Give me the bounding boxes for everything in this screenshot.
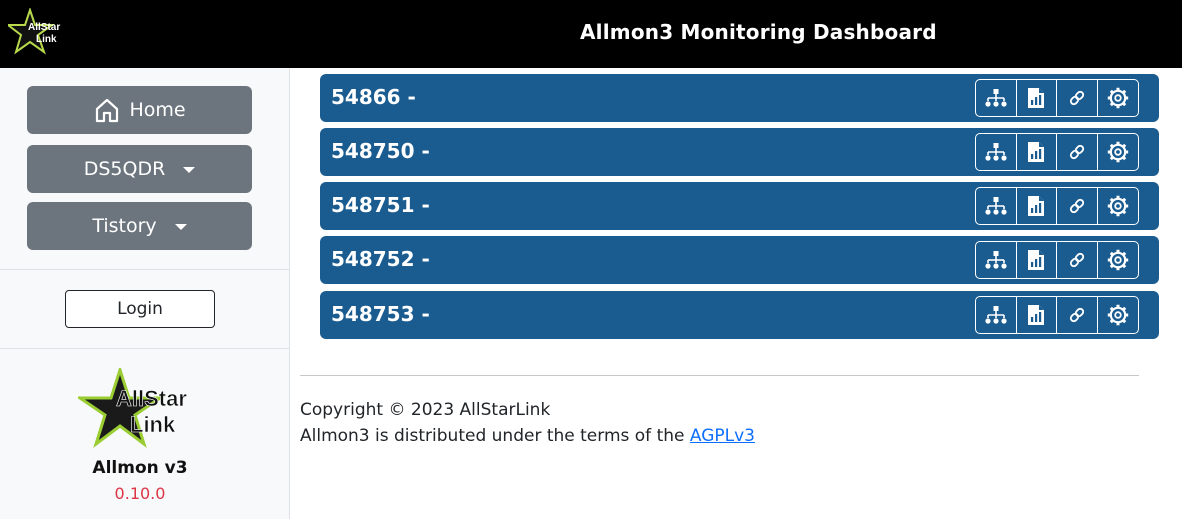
allstar-logo-icon[interactable]: AllStar Link bbox=[8, 8, 68, 58]
login-button[interactable]: Login bbox=[65, 290, 215, 328]
node-row-4: 548753 - bbox=[320, 291, 1159, 339]
file-chart-icon bbox=[1028, 305, 1045, 325]
node-button-group bbox=[975, 187, 1139, 225]
node-button-group bbox=[975, 79, 1139, 117]
caret-down-icon bbox=[183, 167, 196, 173]
node-link-button[interactable] bbox=[1057, 80, 1098, 116]
node-config-button[interactable] bbox=[1098, 80, 1138, 116]
node-stats-button[interactable] bbox=[1017, 297, 1057, 333]
node-network-button[interactable] bbox=[976, 297, 1017, 333]
node-config-button[interactable] bbox=[1098, 297, 1138, 333]
gear-icon bbox=[1107, 249, 1128, 271]
license-text: Allmon3 is distributed under the terms o… bbox=[300, 426, 755, 446]
file-chart-icon bbox=[1028, 250, 1045, 270]
top-logo-line2: Link bbox=[36, 34, 57, 45]
node-link-button[interactable] bbox=[1057, 188, 1098, 224]
file-chart-icon bbox=[1028, 196, 1045, 216]
link-icon bbox=[1069, 252, 1084, 268]
node-stats-button[interactable] bbox=[1017, 188, 1057, 224]
app-name: Allmon v3 bbox=[92, 458, 188, 478]
agpl-link[interactable]: AGPLv3 bbox=[690, 426, 755, 446]
network-icon bbox=[985, 89, 1007, 107]
sidebar-divider bbox=[0, 348, 290, 349]
allstar-link-logo-icon: AllStar Link bbox=[78, 368, 188, 448]
link-icon bbox=[1069, 90, 1084, 106]
file-chart-icon bbox=[1028, 142, 1045, 162]
tistory-dropdown[interactable]: Tistory bbox=[27, 202, 252, 250]
node-button-group bbox=[975, 241, 1139, 279]
node-row-1: 548750 - bbox=[320, 128, 1159, 176]
node-row-3: 548752 - bbox=[320, 236, 1159, 284]
page-title: Allmon3 Monitoring Dashboard bbox=[580, 20, 937, 44]
link-icon bbox=[1069, 307, 1084, 323]
node-row-2: 548751 - bbox=[320, 182, 1159, 230]
node-label: 548753 - bbox=[331, 302, 430, 326]
node-link-button[interactable] bbox=[1057, 242, 1098, 278]
node-config-button[interactable] bbox=[1098, 134, 1138, 170]
link-icon bbox=[1069, 144, 1084, 160]
node-network-button[interactable] bbox=[976, 80, 1017, 116]
network-icon bbox=[985, 197, 1007, 215]
top-navbar: AllStar Link Allmon3 Monitoring Dashboar… bbox=[0, 0, 1182, 68]
node-network-button[interactable] bbox=[976, 188, 1017, 224]
gear-icon bbox=[1107, 141, 1128, 163]
sidebar-divider bbox=[0, 269, 290, 270]
node-config-button[interactable] bbox=[1098, 242, 1138, 278]
home-label: Home bbox=[129, 99, 186, 121]
node-stats-button[interactable] bbox=[1017, 134, 1057, 170]
caret-down-icon bbox=[174, 224, 187, 230]
home-icon bbox=[96, 98, 119, 123]
network-icon bbox=[985, 251, 1007, 269]
ds5qdr-dropdown[interactable]: DS5QDR bbox=[27, 145, 252, 193]
node-row-0: 54866 - bbox=[320, 74, 1159, 122]
node-stats-button[interactable] bbox=[1017, 80, 1057, 116]
app-version: 0.10.0 bbox=[114, 484, 166, 503]
node-label: 548750 - bbox=[331, 139, 430, 163]
node-link-button[interactable] bbox=[1057, 134, 1098, 170]
link-icon bbox=[1069, 198, 1084, 214]
sidebar: Home DS5QDR Tistory Login AllStar Link A… bbox=[0, 68, 290, 519]
top-logo-line1: AllStar bbox=[28, 22, 60, 33]
copyright-text: Copyright © 2023 AllStarLink bbox=[300, 400, 551, 420]
node-button-group bbox=[975, 133, 1139, 171]
gear-icon bbox=[1107, 195, 1128, 217]
file-chart-icon bbox=[1028, 88, 1045, 108]
node-link-button[interactable] bbox=[1057, 297, 1098, 333]
network-icon bbox=[985, 306, 1007, 324]
node-label: 548752 - bbox=[331, 247, 430, 271]
gear-icon bbox=[1107, 304, 1128, 326]
home-button[interactable]: Home bbox=[27, 86, 252, 134]
side-logo-line1: AllStar bbox=[116, 386, 187, 411]
network-icon bbox=[985, 143, 1007, 161]
node-label: 548751 - bbox=[331, 193, 430, 217]
node-network-button[interactable] bbox=[976, 134, 1017, 170]
footer-divider bbox=[300, 375, 1139, 376]
side-logo-line2: Link bbox=[130, 412, 176, 437]
gear-icon bbox=[1107, 87, 1128, 109]
node-label: 54866 - bbox=[331, 85, 416, 109]
node-config-button[interactable] bbox=[1098, 188, 1138, 224]
node-stats-button[interactable] bbox=[1017, 242, 1057, 278]
ds5qdr-label: DS5QDR bbox=[83, 158, 166, 180]
node-button-group bbox=[975, 296, 1139, 334]
tistory-label: Tistory bbox=[92, 215, 157, 237]
node-network-button[interactable] bbox=[976, 242, 1017, 278]
license-prefix: Allmon3 is distributed under the terms o… bbox=[300, 426, 690, 446]
